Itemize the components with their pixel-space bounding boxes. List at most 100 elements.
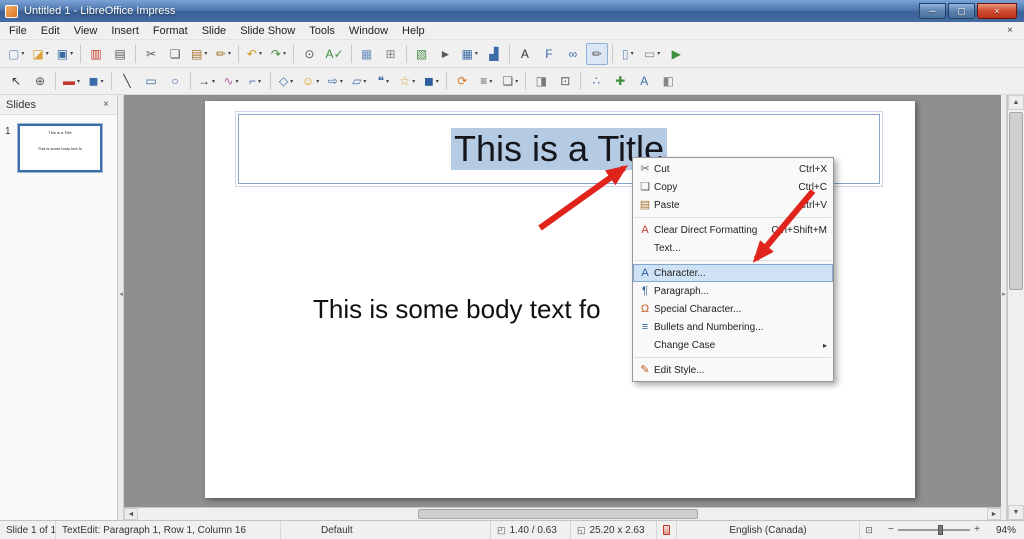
zoom-percent[interactable]: 94% [986, 521, 1024, 539]
fill-color-button[interactable]: ◼ ▾ [85, 70, 107, 92]
dropdown-arrow-icon[interactable]: ▾ [412, 78, 415, 85]
print-button[interactable]: ▤ [109, 43, 131, 65]
start-slideshow-button[interactable]: ▶ [665, 43, 687, 65]
insert-line-button[interactable]: ╲ [116, 70, 138, 92]
maximize-button[interactable]: ▢ [948, 3, 975, 19]
dropdown-arrow-icon[interactable]: ▾ [77, 78, 80, 85]
menu-window[interactable]: Window [342, 23, 395, 39]
menu-file[interactable]: File [2, 23, 34, 39]
menu-tools[interactable]: Tools [302, 23, 342, 39]
vertical-scrollbar-track[interactable] [1008, 110, 1024, 505]
zoom-slider[interactable]: − + [882, 521, 986, 539]
callout-shapes-button[interactable]: ❝ ▾ [372, 70, 394, 92]
menu-item-change-case[interactable]: Change Case ▸ [633, 336, 833, 354]
save-button[interactable]: ▣ ▾ [54, 43, 76, 65]
basic-shapes-button[interactable]: ◇ ▾ [275, 70, 297, 92]
star-shapes-button[interactable]: ☆ ▾ [396, 70, 418, 92]
flowchart-shapes-button[interactable]: ▱ ▾ [348, 70, 370, 92]
scroll-right-icon[interactable]: ► [987, 508, 1001, 520]
redo-button[interactable]: ↷ ▾ [267, 43, 289, 65]
slide-layout-button[interactable]: ▭ ▾ [641, 43, 663, 65]
show-draw-functions-button[interactable]: ✏ [585, 42, 608, 65]
select-button[interactable]: ↖ [5, 70, 27, 92]
horizontal-scrollbar[interactable]: ◄ ► [124, 507, 1001, 520]
slides-panel-close-icon[interactable]: × [101, 99, 111, 110]
spelling-button[interactable]: A✓ [322, 43, 346, 65]
minimize-button[interactable]: ─ [919, 3, 946, 19]
menu-view[interactable]: View [67, 23, 105, 39]
dropdown-arrow-icon[interactable]: ▾ [100, 78, 103, 85]
status-modified[interactable] [657, 521, 677, 539]
menu-item-paragraph[interactable]: ¶ Paragraph... [633, 282, 833, 300]
cut-button[interactable]: ✂ [140, 43, 162, 65]
menu-item-character[interactable]: A Character... [633, 264, 833, 282]
rotate-button[interactable]: ⟳ [451, 70, 473, 92]
shadow-button[interactable]: ◨ [530, 70, 552, 92]
clone-formatting-button[interactable]: ✏ ▾ [212, 43, 234, 65]
vertical-scrollbar-thumb[interactable] [1009, 112, 1023, 290]
crop-image-button[interactable]: ⊡ [554, 70, 576, 92]
ellipse-button[interactable]: ○ [164, 70, 186, 92]
connectors-button[interactable]: ⌐ ▾ [244, 70, 266, 92]
zoom-slider-thumb[interactable] [937, 525, 943, 535]
zoom-button[interactable]: ⊕ [29, 70, 51, 92]
zoom-slider-track[interactable] [897, 525, 971, 535]
scroll-up-icon[interactable]: ▲ [1008, 95, 1024, 110]
insert-chart-button[interactable]: ▟ [483, 43, 505, 65]
dropdown-arrow-icon[interactable]: ▾ [259, 50, 262, 57]
dropdown-arrow-icon[interactable]: ▾ [340, 78, 343, 85]
menu-slide-show[interactable]: Slide Show [233, 23, 302, 39]
curve-button[interactable]: ∿ ▾ [220, 70, 242, 92]
open-file-button[interactable]: ◪ ▾ [29, 43, 51, 65]
close-document-icon[interactable]: × [998, 25, 1022, 36]
line-color-button[interactable]: ▬ ▾ [60, 70, 83, 92]
dropdown-arrow-icon[interactable]: ▾ [236, 78, 239, 85]
insert-media-button[interactable]: ► [435, 43, 457, 65]
status-zoom-fit[interactable]: ⊡ [860, 521, 882, 539]
find-replace-button[interactable]: ⊙ [298, 43, 320, 65]
right-panel-splitter[interactable]: ▸ [1001, 95, 1007, 520]
export-pdf-button[interactable]: ▥ [85, 43, 107, 65]
3d-objects-button[interactable]: ◼ ▾ [420, 70, 442, 92]
arrange-button[interactable]: ❏ ▾ [499, 70, 521, 92]
dropdown-arrow-icon[interactable]: ▾ [475, 50, 478, 57]
fontwork-gallery-button[interactable]: A [633, 70, 655, 92]
menu-edit[interactable]: Edit [34, 23, 67, 39]
horizontal-scrollbar-thumb[interactable] [418, 509, 699, 519]
dropdown-arrow-icon[interactable]: ▾ [204, 50, 207, 57]
close-button[interactable]: × [977, 3, 1017, 19]
vertical-scrollbar[interactable]: ▲ ▼ [1007, 95, 1024, 520]
dropdown-arrow-icon[interactable]: ▾ [258, 78, 261, 85]
menu-item-bullets-and-numbering[interactable]: ≡ Bullets and Numbering... [633, 318, 833, 336]
dropdown-arrow-icon[interactable]: ▾ [290, 78, 293, 85]
paste-button[interactable]: ▤ ▾ [188, 43, 210, 65]
rectangle-button[interactable]: ▭ [140, 70, 162, 92]
dropdown-arrow-icon[interactable]: ▾ [46, 50, 49, 57]
dropdown-arrow-icon[interactable]: ▾ [436, 78, 439, 85]
dropdown-arrow-icon[interactable]: ▾ [316, 78, 319, 85]
hyperlink-button[interactable]: ∞ [562, 43, 584, 65]
status-style-name[interactable]: Default [281, 521, 491, 539]
menu-item-paste[interactable]: ▤ Paste Ctrl+V [633, 196, 833, 214]
block-arrows-button[interactable]: ⇨ ▾ [324, 70, 346, 92]
zoom-out-button[interactable]: − [888, 525, 894, 535]
menu-format[interactable]: Format [146, 23, 195, 39]
zoom-fit-icon[interactable]: ⊡ [865, 525, 873, 536]
menu-item-cut[interactable]: ✂ Cut Ctrl+X [633, 160, 833, 178]
dropdown-arrow-icon[interactable]: ▾ [489, 78, 492, 85]
dropdown-arrow-icon[interactable]: ▾ [70, 50, 73, 57]
edit-points-button[interactable]: ∴ [585, 70, 607, 92]
menu-insert[interactable]: Insert [104, 23, 146, 39]
symbol-shapes-button[interactable]: ☺ ▾ [299, 70, 322, 92]
menu-item-copy[interactable]: ❏ Copy Ctrl+C [633, 178, 833, 196]
display-grid-button[interactable]: ▦ [356, 43, 378, 65]
dropdown-arrow-icon[interactable]: ▾ [515, 78, 518, 85]
insert-image-button[interactable]: ▧ [411, 43, 433, 65]
zoom-in-button[interactable]: + [974, 525, 980, 535]
horizontal-scrollbar-track[interactable] [138, 508, 987, 520]
unsaved-changes-icon[interactable] [663, 525, 670, 535]
menu-item-text[interactable]: Text... [633, 239, 833, 257]
lines-and-arrows-button[interactable]: → ▾ [195, 70, 218, 92]
menu-item-edit-style[interactable]: ✎ Edit Style... [633, 361, 833, 379]
menu-slide[interactable]: Slide [195, 23, 233, 39]
